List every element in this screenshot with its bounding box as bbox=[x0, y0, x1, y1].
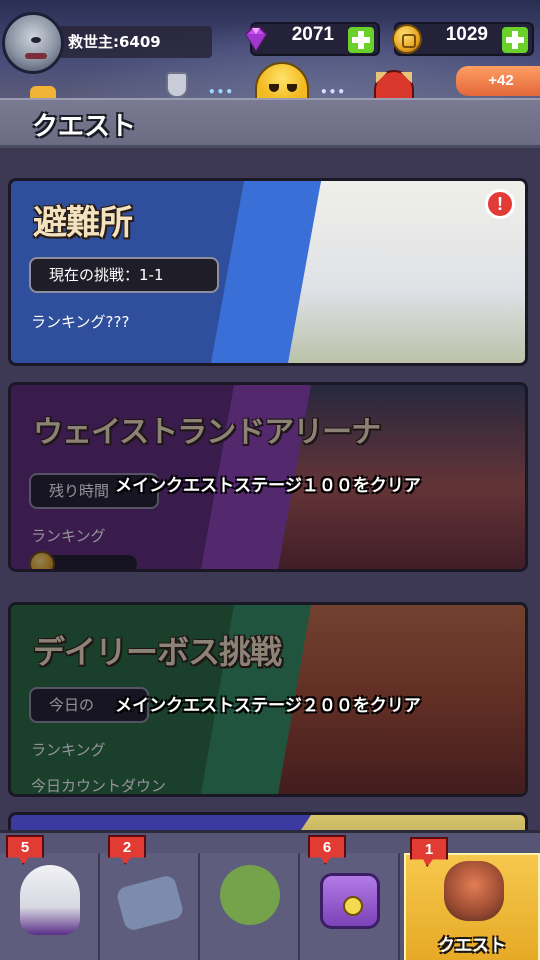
demon-event-icon[interactable] bbox=[374, 70, 414, 98]
tab-quest-label: クエスト bbox=[438, 936, 506, 956]
bottom-nav: 5 2 6 クエスト 1 bbox=[0, 830, 540, 960]
torch-icon bbox=[30, 86, 56, 98]
avatar[interactable] bbox=[2, 12, 64, 74]
zombie-target-icon bbox=[220, 865, 280, 925]
quest-icon bbox=[444, 861, 504, 921]
page-dots-right: ••• bbox=[320, 85, 347, 98]
player-name: 救世主:6409 bbox=[68, 33, 161, 51]
page-dots-left: ••• bbox=[208, 85, 235, 98]
alert-icon: ! bbox=[485, 189, 515, 219]
gun-icon bbox=[115, 873, 185, 933]
tab-battle[interactable] bbox=[200, 853, 300, 960]
rabbit-hero-icon bbox=[20, 865, 80, 935]
quest-title: 避難所 bbox=[33, 203, 133, 243]
tab-weapons[interactable]: 2 bbox=[100, 835, 200, 960]
gem-icon bbox=[244, 27, 268, 52]
add-coins-button[interactable] bbox=[502, 27, 528, 53]
quest-list[interactable]: 避難所 現在の挑戦：1-1 ランキング??? ! ウェイストランドアリーナ 残り… bbox=[0, 150, 540, 830]
tab-heroes[interactable]: 5 bbox=[0, 835, 100, 960]
page-header: クエスト bbox=[0, 98, 540, 148]
notification-badge: 5 bbox=[6, 835, 44, 865]
gem-counter: 2071 bbox=[244, 22, 380, 56]
ranking-label: ランキング??? bbox=[31, 313, 130, 331]
coin-counter: 1029 bbox=[392, 22, 534, 56]
page-title: クエスト bbox=[32, 112, 137, 142]
quest-card-daily-boss[interactable]: デイリーボス挑戦 今日の ランキング 今日カウントダウン メインクエストステージ… bbox=[8, 602, 528, 797]
notification-badge: 6 bbox=[308, 835, 346, 865]
quest-card-arena[interactable]: ウェイストランドアリーナ 残り時間 ランキング メインクエストステージ１００をク… bbox=[8, 382, 528, 572]
card-panel bbox=[11, 815, 311, 830]
coin-amount: 1029 bbox=[445, 24, 488, 45]
unlock-requirement: メインクエストステージ１００をクリア bbox=[115, 476, 421, 496]
unlock-requirement: メインクエストステージ２００をクリア bbox=[115, 696, 421, 716]
add-gems-button[interactable] bbox=[348, 27, 374, 53]
coin-icon bbox=[392, 24, 422, 54]
notification-badge: 1 bbox=[410, 837, 448, 867]
quest-card-shelter[interactable]: 避難所 現在の挑戦：1-1 ランキング??? ! bbox=[8, 178, 528, 366]
tab-quest[interactable]: クエスト 1 bbox=[404, 837, 540, 960]
trophy-icon[interactable] bbox=[166, 72, 188, 98]
gem-amount: 2071 bbox=[291, 24, 334, 45]
top-bar: ••• ••• 救世主:6409 2071 1029 +42 bbox=[0, 0, 540, 98]
chest-icon bbox=[320, 873, 380, 929]
player-name-plate[interactable]: 救世主:6409 bbox=[58, 26, 212, 58]
current-challenge-pill: 現在の挑戦：1-1 bbox=[29, 257, 219, 293]
notification-badge: 2 bbox=[108, 835, 146, 865]
tab-shop[interactable]: 6 bbox=[300, 835, 400, 960]
bonus-button[interactable]: +42 bbox=[456, 66, 540, 96]
quest-card-next[interactable] bbox=[8, 812, 528, 830]
